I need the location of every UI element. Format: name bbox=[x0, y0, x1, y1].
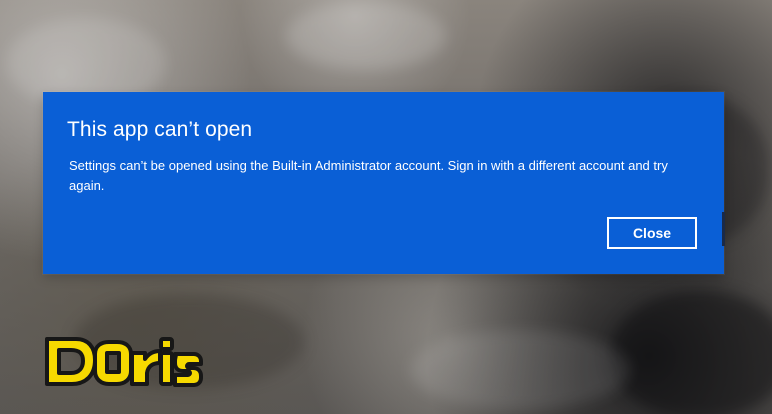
doris-logo-mark bbox=[45, 337, 203, 387]
dialog-title: This app can’t open bbox=[67, 118, 253, 141]
background-blur-shape bbox=[410, 330, 630, 410]
close-button[interactable]: Close bbox=[607, 217, 697, 249]
background-blur-shape bbox=[610, 290, 772, 414]
dialog-message: Settings can’t be opened using the Built… bbox=[69, 158, 668, 193]
background-blur-shape bbox=[286, 2, 446, 70]
doris-logo bbox=[43, 336, 203, 388]
error-dialog: This app can’t open Settings can’t be op… bbox=[43, 92, 725, 274]
